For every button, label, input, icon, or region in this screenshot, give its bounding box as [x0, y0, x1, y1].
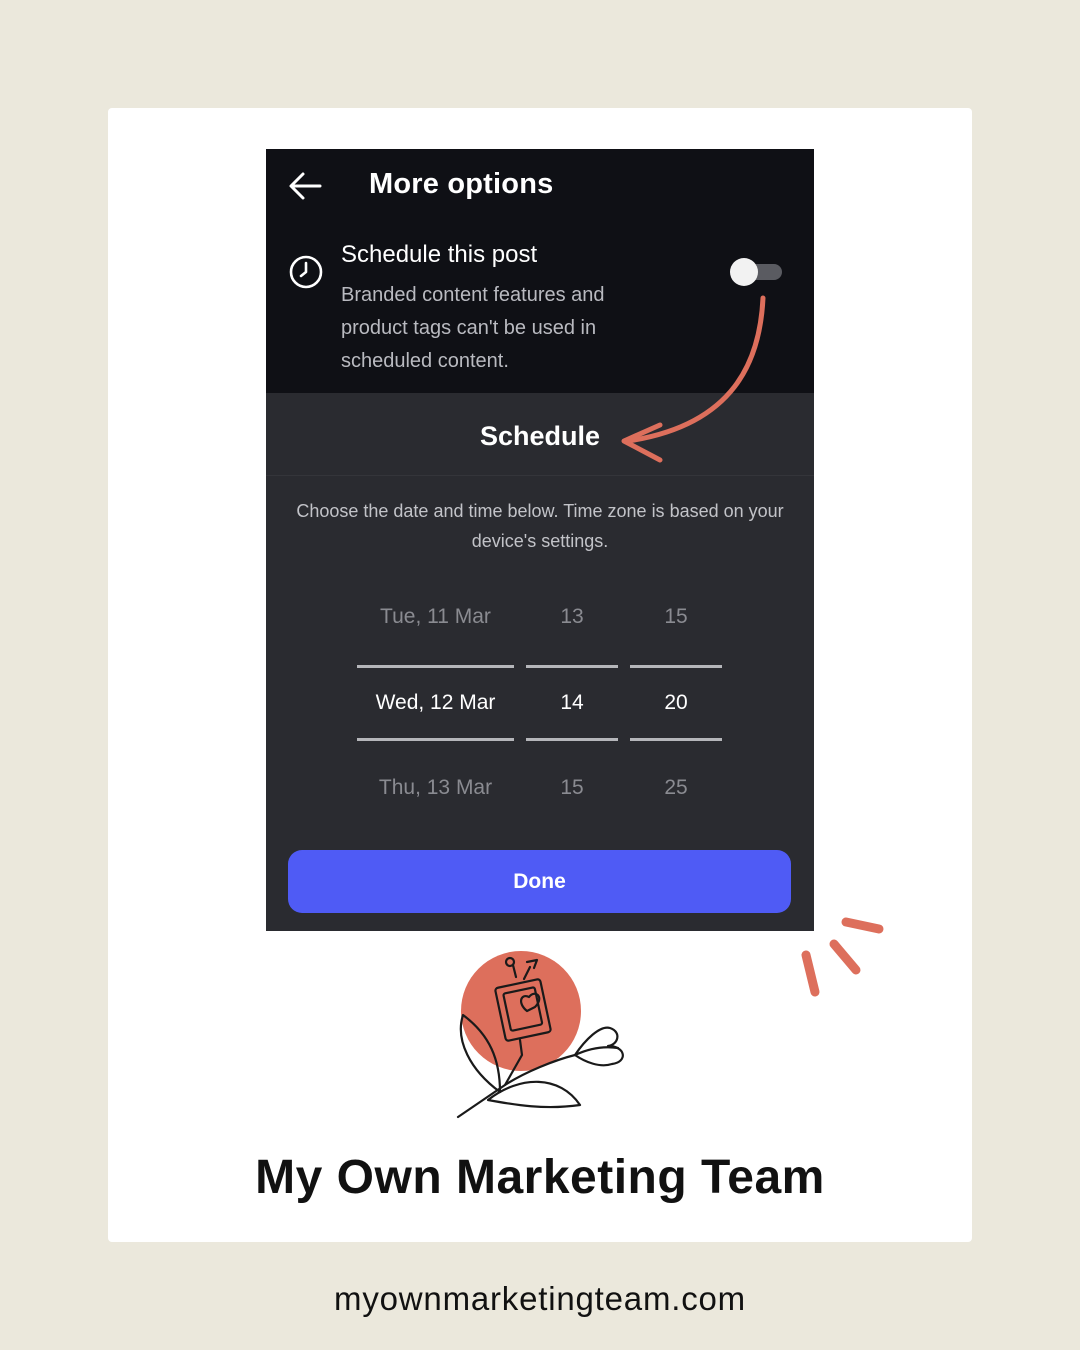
minute-next[interactable]: 25	[630, 776, 722, 800]
clock-icon	[289, 255, 323, 289]
picker-divider	[526, 665, 618, 668]
picker-divider	[630, 738, 722, 741]
hour-picker-column[interactable]: 13 14 15	[526, 149, 618, 931]
minute-selected[interactable]: 20	[630, 691, 722, 715]
done-button[interactable]: Done	[288, 850, 791, 913]
arrow-left-icon[interactable]	[288, 171, 322, 201]
hour-next[interactable]: 15	[526, 776, 618, 800]
hour-prev[interactable]: 13	[526, 605, 618, 629]
picker-divider	[357, 665, 514, 668]
minute-prev[interactable]: 15	[630, 605, 722, 629]
toggle-knob	[730, 258, 758, 286]
date-picker-column[interactable]: Tue, 11 Mar Wed, 12 Mar Thu, 13 Mar	[357, 149, 514, 931]
date-selected[interactable]: Wed, 12 Mar	[357, 691, 514, 715]
picker-divider	[526, 738, 618, 741]
date-next[interactable]: Thu, 13 Mar	[357, 776, 514, 800]
schedule-toggle[interactable]	[730, 258, 784, 286]
minute-picker-column[interactable]: 15 20 25	[630, 149, 722, 931]
hour-selected[interactable]: 14	[526, 691, 618, 715]
picker-divider	[630, 665, 722, 668]
phone-screenshot: More options Schedule this post Branded …	[266, 149, 814, 931]
website-url[interactable]: myownmarketingteam.com	[0, 1280, 1080, 1318]
picker-divider	[357, 738, 514, 741]
brand-name: My Own Marketing Team	[255, 1151, 825, 1204]
date-prev[interactable]: Tue, 11 Mar	[357, 605, 514, 629]
